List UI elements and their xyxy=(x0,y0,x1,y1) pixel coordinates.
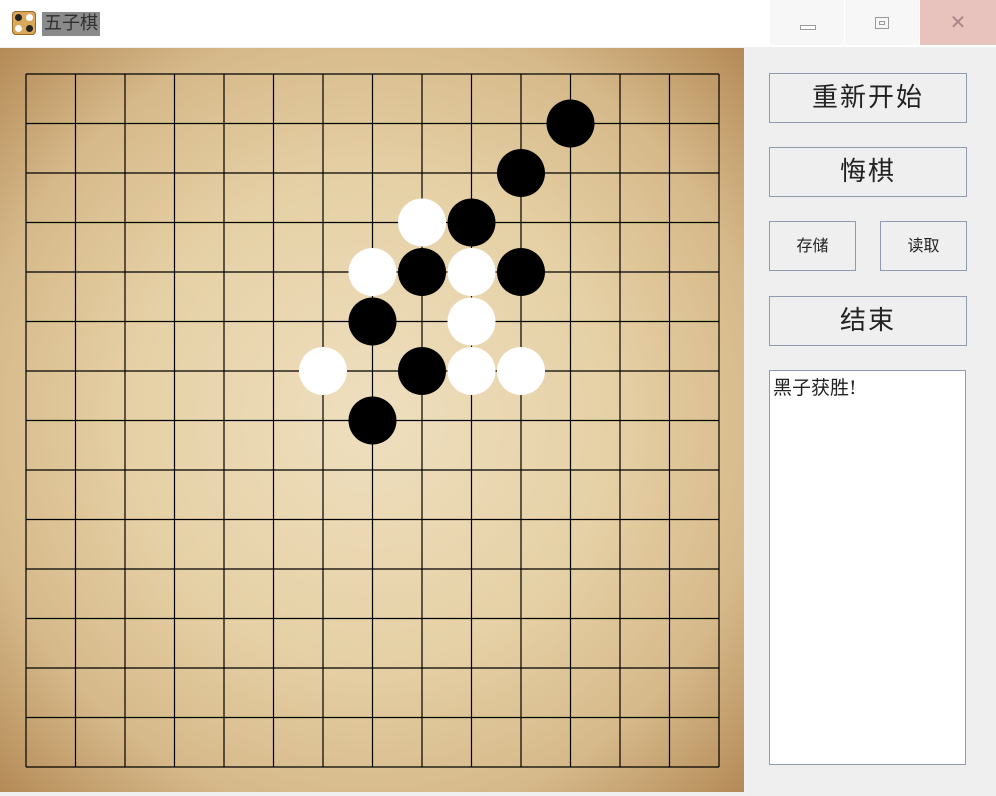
white-stone xyxy=(348,248,397,296)
black-stone xyxy=(348,396,397,445)
white-stone xyxy=(447,248,496,296)
game-log: 黑子获胜! xyxy=(769,370,966,765)
white-stone xyxy=(447,297,496,346)
black-stone xyxy=(348,297,397,346)
undo-button[interactable]: 悔棋 xyxy=(769,147,967,197)
minimize-icon xyxy=(800,25,816,30)
black-stone xyxy=(398,347,446,395)
black-stone xyxy=(497,149,545,197)
black-stone xyxy=(398,248,446,296)
end-button[interactable]: 结束 xyxy=(769,296,967,346)
minimize-button[interactable] xyxy=(770,0,844,45)
game-board[interactable] xyxy=(0,48,744,792)
white-stone xyxy=(447,347,496,395)
restart-button[interactable]: 重新开始 xyxy=(769,73,967,123)
title-bar: 五子棋 ✕ xyxy=(0,0,996,47)
app-icon xyxy=(12,11,36,35)
black-stone xyxy=(497,248,545,296)
maximize-icon xyxy=(875,17,889,29)
white-stone xyxy=(398,198,446,247)
board-canvas[interactable] xyxy=(0,48,744,792)
window-title: 五子棋 xyxy=(42,12,100,36)
black-stone xyxy=(546,99,595,148)
black-stone xyxy=(447,198,496,247)
load-button[interactable]: 读取 xyxy=(880,221,967,271)
white-stone xyxy=(497,347,545,395)
white-stone xyxy=(299,347,347,395)
close-icon: ✕ xyxy=(949,10,967,34)
close-button[interactable]: ✕ xyxy=(920,0,996,45)
save-button[interactable]: 存储 xyxy=(769,221,856,271)
maximize-button[interactable] xyxy=(845,0,919,45)
